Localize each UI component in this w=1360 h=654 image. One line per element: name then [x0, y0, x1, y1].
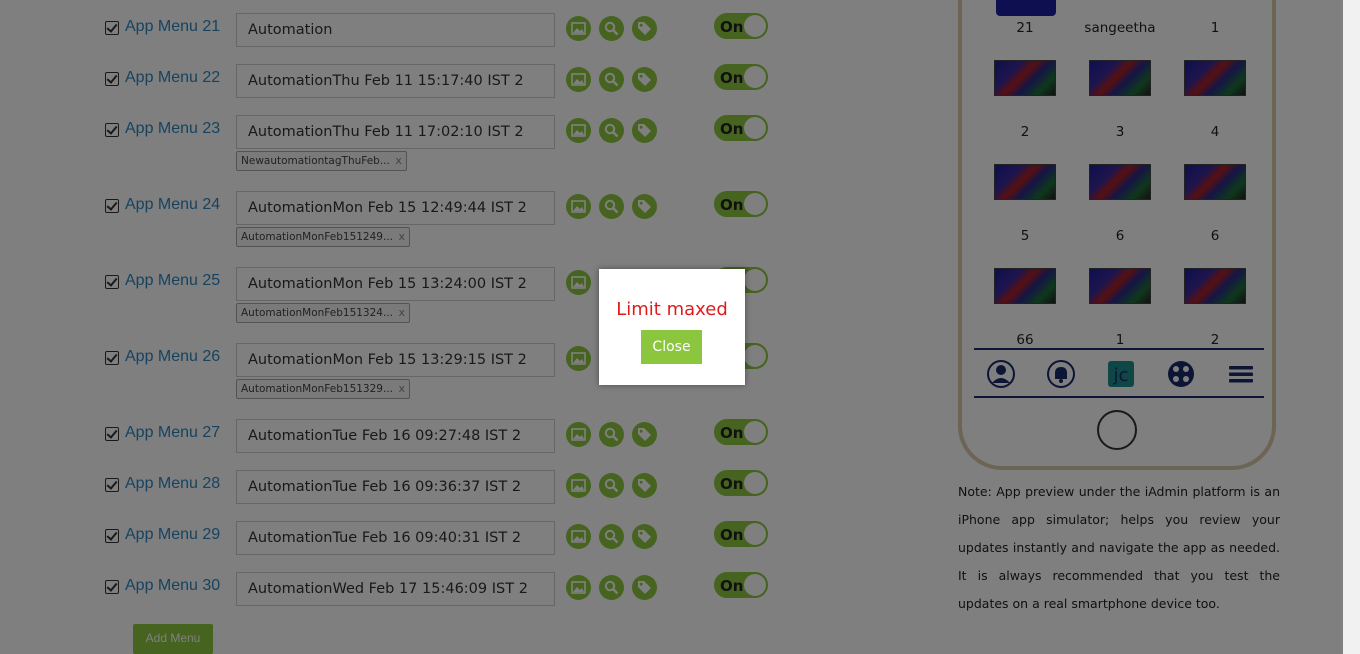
limit-dialog: Limit maxed Close: [599, 269, 745, 385]
dialog-message: Limit maxed: [616, 299, 728, 320]
dialog-close-button[interactable]: Close: [641, 330, 702, 364]
page-scrollbar[interactable]: [1343, 0, 1360, 654]
